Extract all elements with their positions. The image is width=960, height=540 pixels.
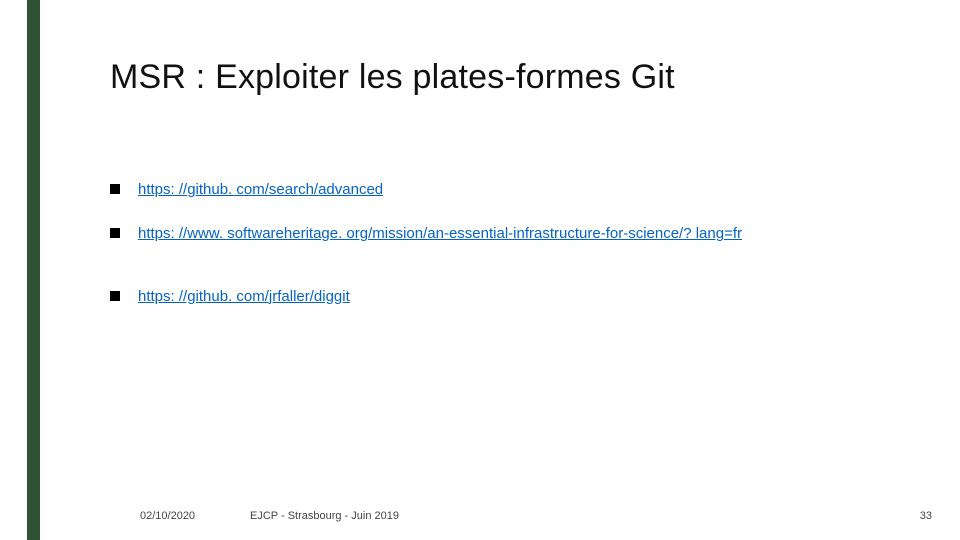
list-item: https: //github. com/jrfaller/diggit bbox=[110, 287, 900, 307]
footer-date: 02/10/2020 bbox=[140, 510, 195, 522]
list-item: https: //www. softwareheritage. org/miss… bbox=[110, 224, 900, 244]
link-softwareheritage[interactable]: https: //www. softwareheritage. org/miss… bbox=[138, 224, 742, 244]
square-bullet-icon bbox=[110, 228, 120, 238]
footer-page-number: 33 bbox=[920, 510, 932, 522]
square-bullet-icon bbox=[110, 184, 120, 194]
list-item: https: //github. com/search/advanced bbox=[110, 180, 900, 200]
accent-bar bbox=[27, 0, 40, 540]
slide-title: MSR : Exploiter les plates-formes Git bbox=[110, 58, 675, 97]
link-diggit[interactable]: https: //github. com/jrfaller/diggit bbox=[138, 287, 350, 307]
content-area: https: //github. com/search/advanced htt… bbox=[110, 180, 900, 331]
slide: MSR : Exploiter les plates-formes Git ht… bbox=[0, 0, 960, 540]
link-github-advanced-search[interactable]: https: //github. com/search/advanced bbox=[138, 180, 383, 200]
square-bullet-icon bbox=[110, 291, 120, 301]
footer-center: EJCP - Strasbourg - Juin 2019 bbox=[250, 510, 399, 522]
